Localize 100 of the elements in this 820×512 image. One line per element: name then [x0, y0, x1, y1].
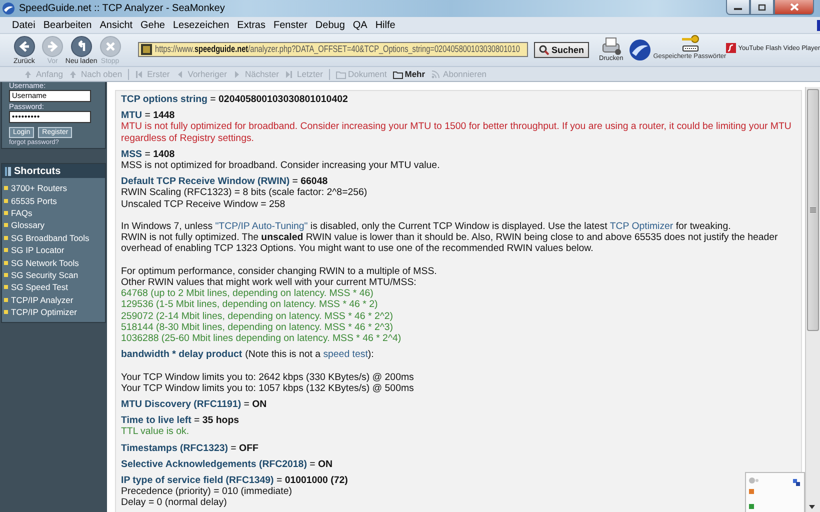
field-label: MSS: [121, 148, 142, 160]
printer-icon: [600, 37, 622, 55]
body-text: RWIN is not fully optimized. The unscaled RWIN value is lower than it should be. Also, RWIN being close to and above 65535 does not justify the header overhead of enabling TCP 1323 Options. You might want to use one of the recommended RWIN values below.: [121, 232, 779, 255]
close-button[interactable]: [774, 0, 814, 15]
field-label: TCP options string: [121, 94, 208, 105]
ok-text: 64768 (up to 2 Mbit lines, depending on latency. MSS * 46): [121, 288, 374, 300]
search-icon: [539, 45, 550, 55]
link[interactable]: TCP Optimizer: [610, 221, 674, 232]
windows-icon: [793, 479, 800, 486]
equals-sign: =: [210, 94, 216, 105]
equals-sign: =: [276, 475, 282, 486]
shortcut-link[interactable]: Glossary: [2, 219, 105, 232]
shortcut-link[interactable]: SG IP Locator: [2, 244, 105, 256]
shortcut-link[interactable]: TCP/IP Analyzer: [2, 294, 105, 306]
field-label: MTU Discovery (RFC1191): [121, 399, 242, 410]
app-logo-icon: [2, 2, 15, 15]
shortcut-link[interactable]: 65535 Ports: [2, 194, 105, 207]
field-value: 01001000 (72): [284, 475, 348, 486]
menu-item[interactable]: Fenster: [274, 20, 308, 30]
window-title: SpeedGuide.net :: TCP Analyzer - SeaMonkey: [19, 3, 225, 14]
feed-icon: [431, 70, 442, 78]
bullet-icon: [4, 285, 8, 290]
up-arrow-icon: [24, 70, 34, 78]
bullet-icon: [4, 210, 8, 215]
ok-text: 1036288 (25-60 Mbit lines depending on latency. MSS * 46 * 2^4): [121, 333, 402, 344]
body-text: In Windows 7, unless "TCP/IP Auto-Tuning" is disabled, only the Current TCP Window is displayed. Use the latest TCP Optimizer for tweaking.: [121, 221, 731, 232]
bullet-icon: [4, 260, 8, 265]
field-label: MTU: [121, 110, 142, 122]
seamonkey-logo-icon: [629, 39, 652, 61]
equals-sign: =: [244, 399, 250, 410]
bullet-icon: [4, 272, 8, 277]
menu-item[interactable]: Ansicht: [100, 20, 133, 30]
last-icon: [284, 70, 295, 78]
field-value: 020405800103030801010402: [218, 94, 348, 105]
link[interactable]: "TCP/IP Auto-Tuning": [215, 221, 308, 232]
menu-item[interactable]: Bearbeiten: [43, 20, 92, 30]
field-label: IP type of service field (RFC1349): [121, 475, 274, 486]
flash-icon: [726, 43, 736, 53]
key-icon: [680, 35, 700, 53]
bullet-icon: [4, 298, 8, 302]
bullet-icon: [4, 310, 8, 314]
ok-text: TTL value is ok.: [121, 426, 190, 438]
link[interactable]: speed test: [323, 349, 368, 360]
bullet-icon: [4, 248, 8, 252]
shortcut-link[interactable]: SG Broadband Tools: [2, 232, 105, 244]
grip-icon: [810, 207, 816, 213]
maximize-button[interactable]: [750, 0, 774, 15]
shortcut-link[interactable]: TCP/IP Optimizer: [2, 306, 105, 318]
folder-icon: [392, 70, 403, 78]
menu-item[interactable]: QA: [352, 20, 368, 30]
equals-sign: =: [144, 148, 150, 160]
ok-text: 129536 (1-5 Mbit lines, depending on latency. MSS * 46 * 2): [121, 299, 378, 311]
restore-icon: [758, 4, 766, 10]
menu-item[interactable]: Debug: [315, 20, 345, 30]
field-value: ON: [252, 399, 267, 410]
field-label: Selective Acknowledgements (RFC2018): [121, 458, 307, 470]
bullet-icon: [4, 223, 8, 228]
field-value: 66048: [300, 176, 328, 188]
body-text: RWIN Scaling (RFC1323) = 8 bits (scale factor: 2^8=256): [121, 187, 368, 199]
menu-item[interactable]: Gehe: [140, 20, 165, 30]
panel-marker-icon: [5, 166, 11, 176]
menu-item[interactable]: Hilfe: [375, 20, 396, 30]
equals-sign: =: [230, 442, 236, 454]
menu-item[interactable]: Datei: [12, 20, 36, 30]
notice-square-icon: [749, 489, 754, 494]
menu-item[interactable]: Extras: [237, 20, 266, 30]
field-label: Default TCP Receive Window (RWIN): [121, 176, 290, 188]
shortcut-link[interactable]: SG Speed Test: [2, 281, 105, 294]
toolbar-link[interactable]: Mehr: [392, 69, 426, 79]
equals-sign: =: [292, 176, 298, 188]
shortcut-link[interactable]: SG Network Tools: [2, 256, 105, 269]
body-text: Your TCP Window limits you to: 2642 kbps (330 KBytes/s) @ 200ms: [121, 372, 414, 383]
site-icon: [141, 44, 152, 55]
menu-item[interactable]: Lesezeichen: [173, 20, 230, 30]
search-button[interactable]: Suchen: [534, 42, 589, 58]
status-square-icon: [749, 504, 754, 509]
body-text: Unscaled TCP Receive Window = 258: [121, 198, 286, 210]
minimize-button[interactable]: [726, 0, 750, 15]
up-arrow-icon: [68, 70, 79, 78]
shortcut-link[interactable]: SG Security Scan: [2, 268, 105, 282]
field-value: 1408: [153, 148, 175, 160]
field-label: Timestamps (RFC1323): [121, 442, 228, 454]
note-text: (Note this is not a speed test):: [245, 349, 374, 360]
ok-text: 518144 (8-30 Mbit lines, depending on latency. MSS * 46 * 2^3): [121, 322, 394, 334]
field-label: bandwidth * delay product: [121, 349, 242, 360]
scrollbar-thumb[interactable]: [807, 89, 819, 331]
shortcut-link[interactable]: FAQs: [2, 206, 105, 220]
body-text: Other RWIN values that might work well with your current MTU/MSS:: [121, 277, 416, 288]
body-text: Your TCP Window limits you to: 1057 kbps (132 KBytes/s) @ 500ms: [121, 382, 414, 394]
info-icon: [749, 477, 759, 484]
folder-icon: [336, 70, 346, 78]
field-label: Time to live left: [121, 415, 192, 426]
ok-text: 259072 (2-14 Mbit lines, depending on latency. MSS * 46 * 2^2): [121, 310, 394, 322]
warning-text: MTU is not fully optimized for broadband. Consider increasing your MTU to 1500 for better throughput. If you are using a router, it could be limiting your MTU regardless of Registry settings.: [121, 121, 792, 144]
shortcut-link[interactable]: 3700+ Routers: [2, 182, 105, 194]
body-text: Delay = 0 (normal delay): [121, 497, 227, 509]
address-field[interactable]: https://www.speedguide.net/analyzer.php?DATA_OFFSET=40&TCP_Options_string=020405800103030801010: [138, 42, 528, 57]
bullet-icon: [4, 186, 8, 190]
field-value: ON: [318, 458, 333, 470]
bullet-icon: [4, 236, 8, 240]
